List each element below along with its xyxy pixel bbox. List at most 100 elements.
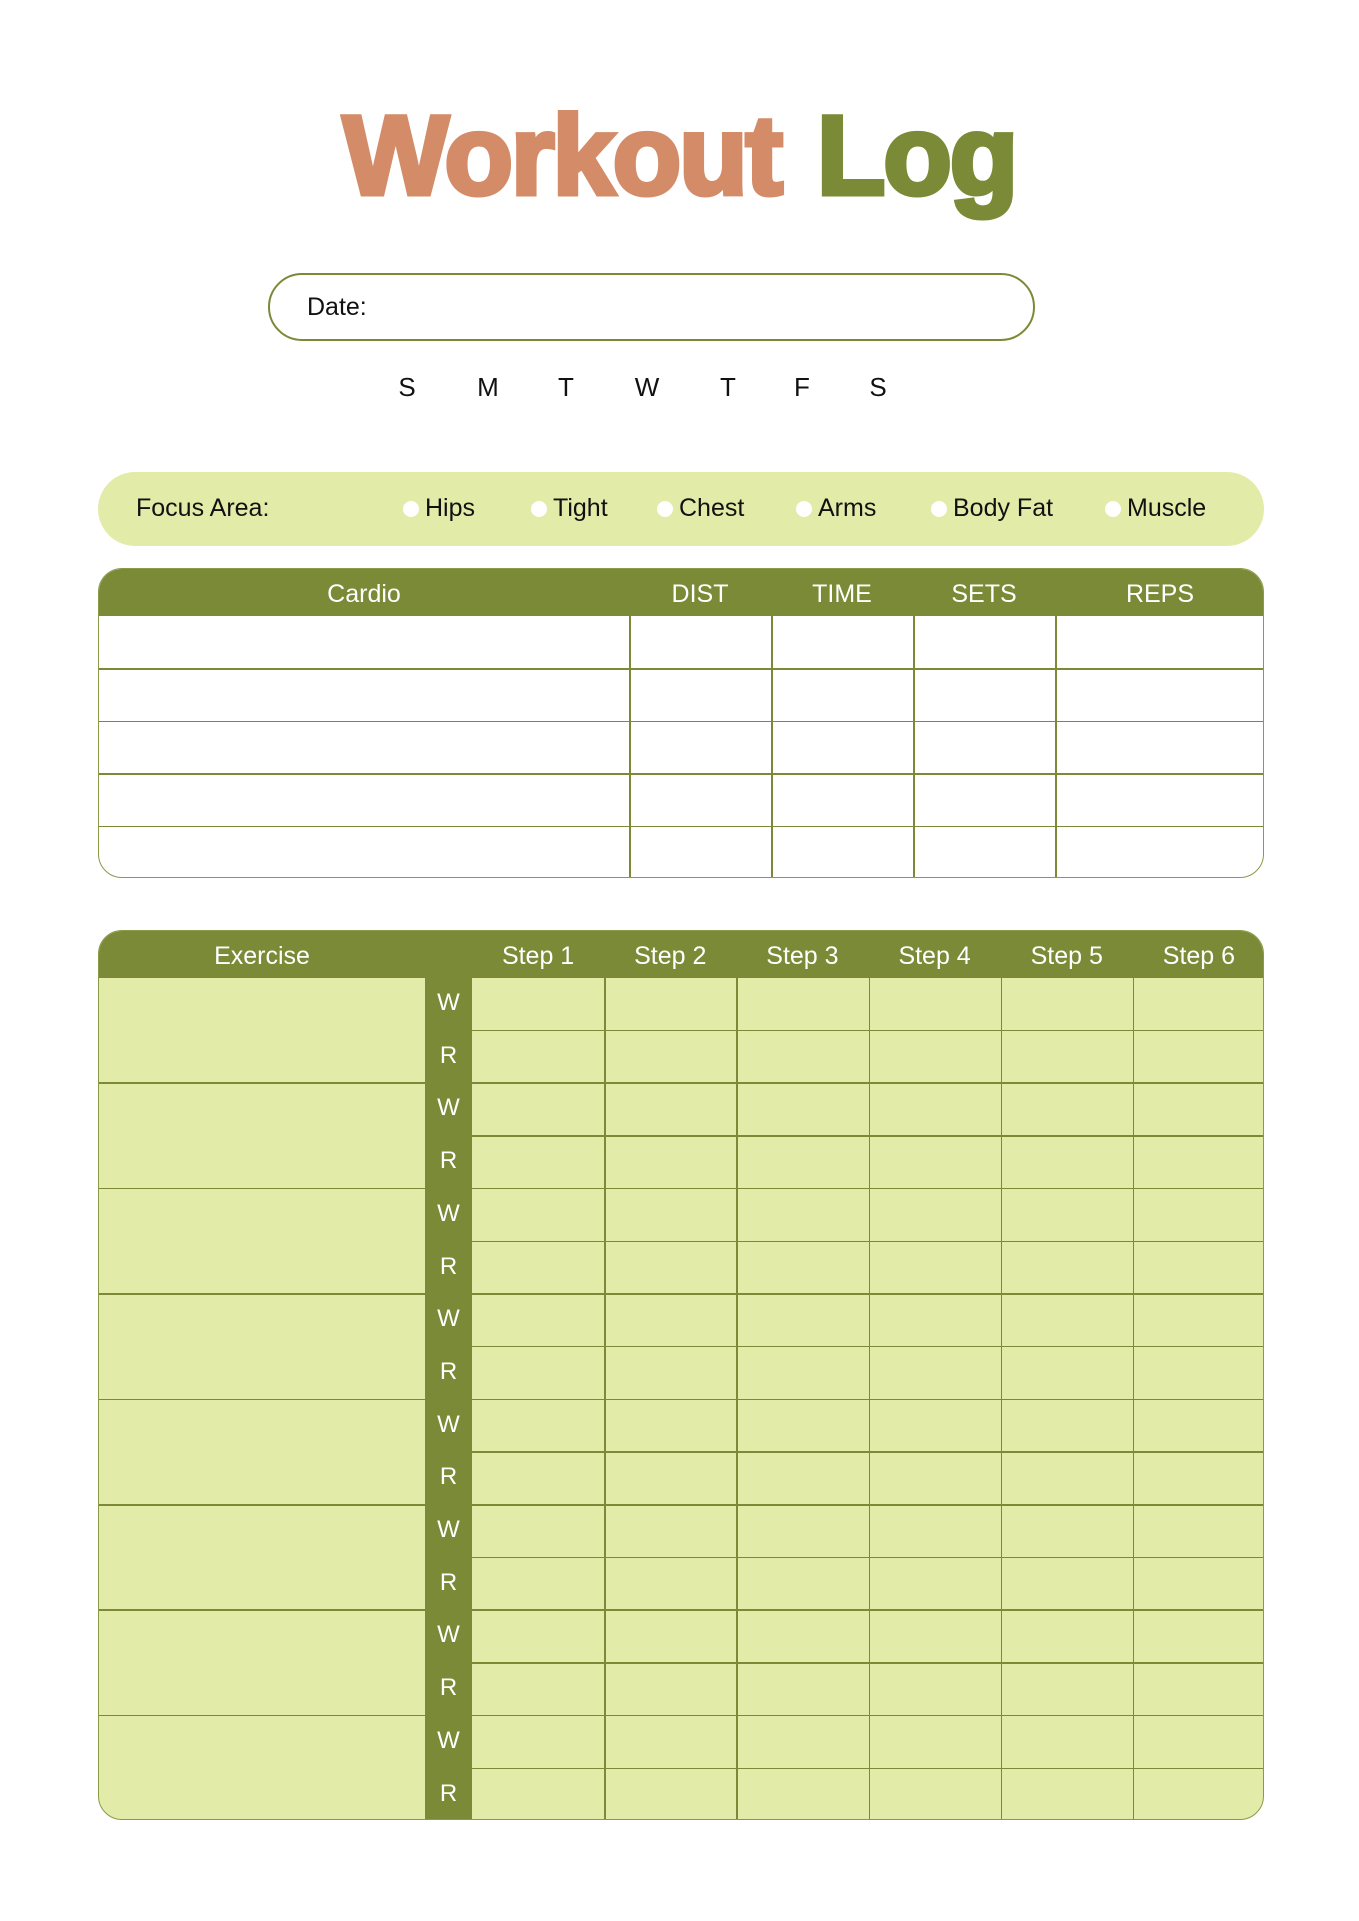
step-cell[interactable]	[736, 1662, 868, 1715]
cardio-cell[interactable]	[771, 668, 913, 720]
step-cell[interactable]	[869, 1188, 1001, 1241]
radio-circle-icon[interactable]	[657, 500, 673, 517]
day-option[interactable]: F	[787, 372, 817, 403]
step-cell[interactable]	[1133, 1451, 1263, 1504]
day-option[interactable]: T	[551, 372, 581, 403]
step-cell[interactable]	[604, 1609, 736, 1662]
step-cell[interactable]	[1001, 1241, 1133, 1294]
step-cell[interactable]	[869, 977, 1001, 1030]
exercise-name-cell[interactable]	[99, 1609, 425, 1714]
step-cell[interactable]	[472, 1557, 604, 1610]
exercise-name-cell[interactable]	[99, 1399, 425, 1504]
cardio-cell[interactable]	[1055, 668, 1263, 720]
step-cell[interactable]	[1001, 1451, 1133, 1504]
cardio-cell[interactable]	[629, 668, 771, 720]
step-cell[interactable]	[1001, 977, 1133, 1030]
radio-circle-icon[interactable]	[1105, 500, 1121, 517]
step-cell[interactable]	[869, 1451, 1001, 1504]
step-cell[interactable]	[604, 1082, 736, 1135]
step-cell[interactable]	[1001, 1609, 1133, 1662]
step-cell[interactable]	[604, 1715, 736, 1768]
step-cell[interactable]	[736, 1768, 868, 1820]
step-cell[interactable]	[869, 1346, 1001, 1399]
step-cell[interactable]	[472, 1504, 604, 1557]
day-option[interactable]: W	[632, 372, 662, 403]
cardio-cell[interactable]	[771, 773, 913, 825]
step-cell[interactable]	[736, 1451, 868, 1504]
step-cell[interactable]	[869, 1293, 1001, 1346]
step-cell[interactable]	[736, 1188, 868, 1241]
exercise-name-cell[interactable]	[99, 977, 425, 1082]
step-cell[interactable]	[869, 1399, 1001, 1452]
day-option[interactable]: S	[863, 372, 893, 403]
exercise-name-cell[interactable]	[99, 1082, 425, 1187]
day-option[interactable]: S	[392, 372, 422, 403]
radio-circle-icon[interactable]	[931, 500, 947, 517]
focus-option[interactable]: Body Fat	[931, 494, 1053, 523]
focus-option[interactable]: Hips	[403, 494, 475, 523]
step-cell[interactable]	[604, 1293, 736, 1346]
cardio-cell[interactable]	[99, 668, 629, 720]
step-cell[interactable]	[1133, 1241, 1263, 1294]
step-cell[interactable]	[736, 1399, 868, 1452]
step-cell[interactable]	[1001, 1082, 1133, 1135]
step-cell[interactable]	[472, 1030, 604, 1083]
cardio-cell[interactable]	[99, 721, 629, 773]
step-cell[interactable]	[869, 1030, 1001, 1083]
step-cell[interactable]	[604, 1346, 736, 1399]
step-cell[interactable]	[604, 1504, 736, 1557]
step-cell[interactable]	[1001, 1135, 1133, 1188]
step-cell[interactable]	[736, 1609, 868, 1662]
step-cell[interactable]	[1001, 1188, 1133, 1241]
cardio-cell[interactable]	[913, 826, 1055, 877]
focus-option[interactable]: Tight	[531, 494, 608, 523]
cardio-cell[interactable]	[1055, 773, 1263, 825]
exercise-name-cell[interactable]	[99, 1504, 425, 1609]
step-cell[interactable]	[472, 977, 604, 1030]
step-cell[interactable]	[1133, 1609, 1263, 1662]
day-option[interactable]: M	[473, 372, 503, 403]
step-cell[interactable]	[1133, 1135, 1263, 1188]
step-cell[interactable]	[869, 1135, 1001, 1188]
step-cell[interactable]	[1001, 1293, 1133, 1346]
step-cell[interactable]	[472, 1241, 604, 1294]
step-cell[interactable]	[1133, 1768, 1263, 1820]
step-cell[interactable]	[869, 1504, 1001, 1557]
cardio-cell[interactable]	[913, 616, 1055, 668]
step-cell[interactable]	[736, 1504, 868, 1557]
step-cell[interactable]	[869, 1082, 1001, 1135]
step-cell[interactable]	[604, 1557, 736, 1610]
step-cell[interactable]	[604, 1399, 736, 1452]
step-cell[interactable]	[604, 1241, 736, 1294]
focus-option[interactable]: Chest	[657, 494, 744, 523]
step-cell[interactable]	[1133, 977, 1263, 1030]
step-cell[interactable]	[472, 1715, 604, 1768]
step-cell[interactable]	[472, 1399, 604, 1452]
step-cell[interactable]	[736, 1293, 868, 1346]
cardio-cell[interactable]	[1055, 721, 1263, 773]
step-cell[interactable]	[1133, 1346, 1263, 1399]
step-cell[interactable]	[1133, 1715, 1263, 1768]
step-cell[interactable]	[472, 1135, 604, 1188]
step-cell[interactable]	[869, 1715, 1001, 1768]
cardio-cell[interactable]	[629, 616, 771, 668]
step-cell[interactable]	[869, 1609, 1001, 1662]
radio-circle-icon[interactable]	[796, 500, 812, 517]
step-cell[interactable]	[604, 1768, 736, 1820]
step-cell[interactable]	[604, 1135, 736, 1188]
step-cell[interactable]	[1133, 1293, 1263, 1346]
step-cell[interactable]	[1133, 1030, 1263, 1083]
focus-option[interactable]: Muscle	[1105, 494, 1206, 523]
step-cell[interactable]	[1133, 1082, 1263, 1135]
step-cell[interactable]	[1133, 1662, 1263, 1715]
step-cell[interactable]	[1001, 1030, 1133, 1083]
step-cell[interactable]	[472, 1293, 604, 1346]
step-cell[interactable]	[604, 1030, 736, 1083]
step-cell[interactable]	[604, 1662, 736, 1715]
step-cell[interactable]	[604, 977, 736, 1030]
step-cell[interactable]	[736, 1082, 868, 1135]
cardio-cell[interactable]	[1055, 826, 1263, 877]
cardio-cell[interactable]	[99, 773, 629, 825]
exercise-name-cell[interactable]	[99, 1293, 425, 1398]
cardio-cell[interactable]	[629, 721, 771, 773]
